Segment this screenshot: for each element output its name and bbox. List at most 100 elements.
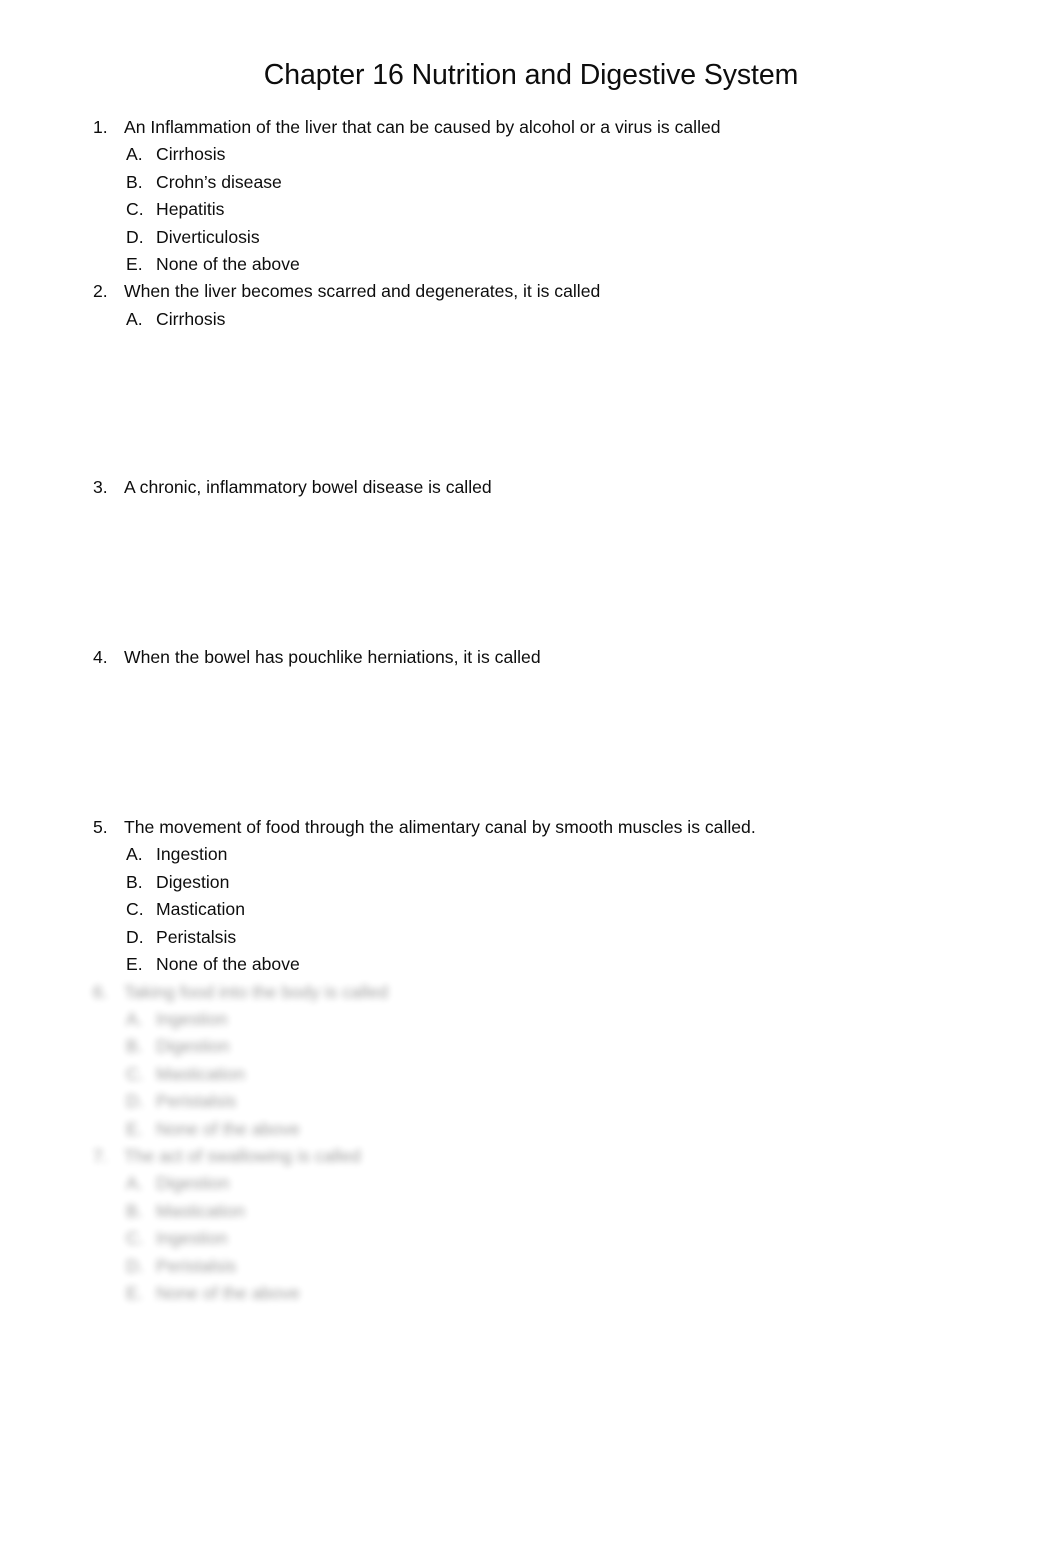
answer-option[interactable]: A. Ingestion xyxy=(0,1006,1062,1033)
answer-option[interactable]: B. Digestion xyxy=(0,869,1062,896)
question-number: 6. xyxy=(93,981,108,1002)
question-number: 4. xyxy=(93,646,108,667)
answer-option[interactable]: A. Cirrhosis xyxy=(0,306,1062,333)
question-text: A chronic, inflammatory bowel disease is… xyxy=(124,477,492,498)
question-number: 7. xyxy=(93,1145,108,1166)
option-text: Cirrhosis xyxy=(156,308,226,329)
option-letter: A. xyxy=(126,1173,143,1194)
option-letter: B. xyxy=(126,871,143,892)
answer-option[interactable]: D. Peristalsis xyxy=(0,1253,1062,1280)
question-block: 4. When the bowel has pouchlike herniatio… xyxy=(0,644,1062,814)
answer-option[interactable]: C. Hepatitis xyxy=(0,196,1062,223)
option-letter: A. xyxy=(126,308,143,329)
option-text: Mastication xyxy=(156,1063,245,1084)
question-block: 5. The movement of food through the alime… xyxy=(0,814,1062,978)
answer-option[interactable]: B. Mastication xyxy=(0,1198,1062,1225)
question-block: 1. An Inflammation of the liver that can … xyxy=(0,114,1062,278)
question-text: The movement of food through the aliment… xyxy=(124,817,756,838)
question-text: An Inflammation of the liver that can be… xyxy=(124,117,721,137)
option-letter: D. xyxy=(126,1255,144,1276)
blank-answer-space[interactable] xyxy=(0,671,1062,814)
option-letter: B. xyxy=(126,1036,143,1057)
answer-option[interactable]: E. None of the above xyxy=(0,251,1062,278)
question-block: 7. The act of swallowing is called A. Diges… xyxy=(0,1143,1062,1307)
question-stem: 4. When the bowel has pouchlike herniatio… xyxy=(0,644,1062,671)
question-stem: 2. When the liver becomes scarred and deg… xyxy=(0,278,1062,305)
answer-option[interactable]: A. Ingestion xyxy=(0,841,1062,868)
question-text: The act of swallowing is called xyxy=(124,1145,361,1166)
question-text: Taking food into the body is called xyxy=(124,981,389,1002)
option-text: Digestion xyxy=(156,871,230,892)
option-text: Crohn’s disease xyxy=(156,171,282,192)
question-number: 3. xyxy=(93,477,108,498)
option-text: Ingestion xyxy=(156,1008,228,1029)
question-number: 1. xyxy=(93,117,108,137)
option-list: A. Cirrhosis xyxy=(0,306,1062,333)
question-number: 5. xyxy=(93,817,108,838)
document-page: Chapter 16 Nutrition and Digestive Syste… xyxy=(0,0,1062,1556)
answer-option[interactable]: D. Peristalsis xyxy=(0,1088,1062,1115)
answer-option[interactable]: D. Peristalsis xyxy=(0,924,1062,951)
question-stem: 7. The act of swallowing is called xyxy=(0,1143,1062,1170)
option-letter: D. xyxy=(126,226,144,247)
option-letter: E. xyxy=(126,1118,143,1139)
option-letter: A. xyxy=(126,144,143,165)
option-letter: C. xyxy=(126,199,144,220)
option-text: Mastication xyxy=(156,899,245,920)
option-letter: B. xyxy=(126,171,143,192)
answer-option[interactable]: C. Mastication xyxy=(0,896,1062,923)
option-text: None of the above xyxy=(156,954,300,975)
option-list: A. Cirrhosis B. Crohn’s disease C. Hepatitis D… xyxy=(0,141,1062,278)
question-list: 1. An Inflammation of the liver that can … xyxy=(0,114,1062,1307)
blank-answer-space[interactable] xyxy=(0,502,1062,644)
option-letter: C. xyxy=(126,899,144,920)
option-text: Ingestion xyxy=(156,1228,228,1249)
option-text: Peristalsis xyxy=(156,1255,237,1276)
option-letter: A. xyxy=(126,1008,143,1029)
option-text: Ingestion xyxy=(156,844,228,865)
answer-option[interactable]: C. Mastication xyxy=(0,1061,1062,1088)
answer-option[interactable]: E. None of the above xyxy=(0,951,1062,978)
option-letter: C. xyxy=(126,1228,144,1249)
question-block: 3. A chronic, inflammatory bowel disease … xyxy=(0,474,1062,643)
answer-option[interactable]: B. Digestion xyxy=(0,1033,1062,1060)
question-stem: 1. An Inflammation of the liver that can … xyxy=(0,114,1062,141)
option-text: Digestion xyxy=(156,1173,230,1194)
page-title: Chapter 16 Nutrition and Digestive Syste… xyxy=(263,59,799,91)
option-list: A. Ingestion B. Digestion C. Mastication D. Per… xyxy=(0,841,1062,978)
question-stem: 5. The movement of food through the alime… xyxy=(0,814,1062,841)
option-letter: D. xyxy=(126,1091,144,1112)
question-number: 2. xyxy=(93,281,108,302)
answer-option[interactable]: A. Cirrhosis xyxy=(0,141,1062,168)
answer-option[interactable]: D. Diverticulosis xyxy=(0,224,1062,251)
option-text: Cirrhosis xyxy=(156,144,226,165)
answer-option[interactable]: E. None of the above xyxy=(0,1116,1062,1143)
option-text: Mastication xyxy=(156,1200,245,1221)
option-letter: C. xyxy=(126,1063,144,1084)
option-letter: E. xyxy=(126,1282,143,1303)
option-letter: E. xyxy=(126,254,143,275)
answer-option[interactable]: B. Crohn’s disease xyxy=(0,169,1062,196)
option-list: A. Digestion B. Mastication C. Ingestion D. Per… xyxy=(0,1170,1062,1307)
question-stem: 6. Taking food into the body is called xyxy=(0,979,1062,1006)
question-text: When the bowel has pouchlike herniations… xyxy=(124,646,541,667)
question-text: When the liver becomes scarred and degen… xyxy=(124,281,601,302)
option-text: None of the above xyxy=(156,1282,300,1303)
option-letter: A. xyxy=(126,844,143,865)
answer-option[interactable]: A. Digestion xyxy=(0,1170,1062,1197)
option-text: Peristalsis xyxy=(156,1091,237,1112)
answer-option[interactable]: C. Ingestion xyxy=(0,1225,1062,1252)
answer-option[interactable]: E. None of the above xyxy=(0,1280,1062,1307)
question-block: 2. When the liver becomes scarred and deg… xyxy=(0,278,1062,474)
question-stem: 3. A chronic, inflammatory bowel disease … xyxy=(0,474,1062,501)
option-text: Digestion xyxy=(156,1036,230,1057)
option-letter: D. xyxy=(126,926,144,947)
option-text: None of the above xyxy=(156,1118,300,1139)
option-list: A. Ingestion B. Digestion C. Mastication D. Per… xyxy=(0,1006,1062,1143)
option-letter: E. xyxy=(126,954,143,975)
option-text: Hepatitis xyxy=(156,199,225,220)
option-text: None of the above xyxy=(156,254,300,275)
blank-answer-space[interactable] xyxy=(0,333,1062,474)
option-letter: B. xyxy=(126,1200,143,1221)
option-text: Diverticulosis xyxy=(156,226,260,247)
